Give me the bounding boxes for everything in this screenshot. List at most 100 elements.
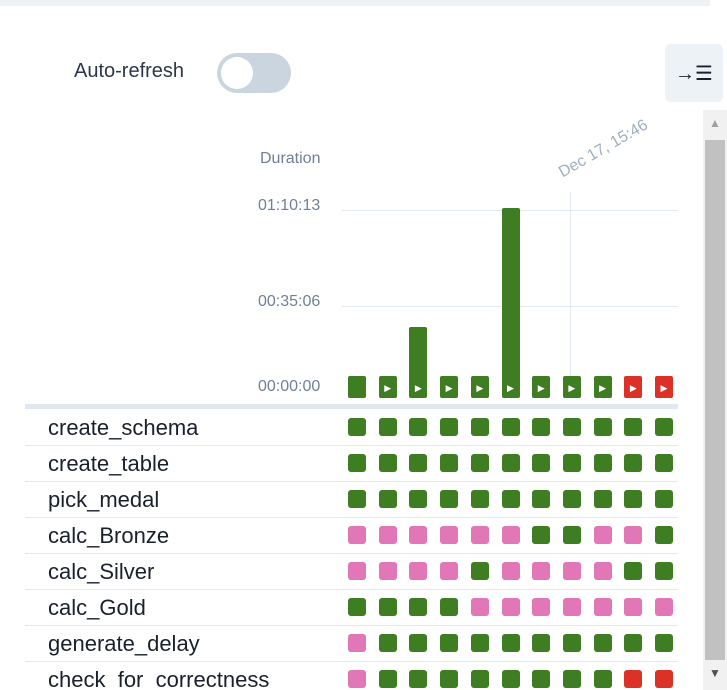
task-instance-square[interactable] (440, 562, 459, 580)
auto-refresh-toggle[interactable] (217, 53, 291, 93)
task-instance-square[interactable] (440, 490, 459, 508)
duration-bar[interactable]: ▶ (593, 376, 612, 398)
task-instance-square[interactable] (378, 634, 397, 652)
task-instance-square[interactable] (624, 634, 643, 652)
task-name[interactable]: calc_Gold (48, 595, 146, 621)
task-instance-square[interactable] (562, 598, 581, 616)
task-row[interactable]: pick_medal (25, 482, 678, 518)
task-instance-square[interactable] (440, 598, 459, 616)
task-instance-square[interactable] (532, 454, 551, 472)
task-instance-square[interactable] (501, 526, 520, 544)
task-instance-square[interactable] (562, 454, 581, 472)
collapse-details-button[interactable]: →☰ (665, 44, 723, 102)
task-instance-square[interactable] (593, 634, 612, 652)
duration-bar[interactable]: ▶ (409, 326, 428, 398)
task-instance-square[interactable] (470, 490, 489, 508)
task-instance-square[interactable] (501, 418, 520, 436)
task-name[interactable]: pick_medal (48, 487, 159, 513)
task-instance-square[interactable] (624, 670, 643, 688)
task-name[interactable]: check_for_correctness (48, 667, 269, 690)
task-name[interactable]: calc_Silver (48, 559, 154, 585)
task-instance-square[interactable] (624, 562, 643, 580)
task-instance-square[interactable] (470, 454, 489, 472)
task-instance-square[interactable] (470, 418, 489, 436)
task-row[interactable]: create_table (25, 446, 678, 482)
task-instance-square[interactable] (409, 418, 428, 436)
duration-bar[interactable] (348, 376, 366, 398)
task-instance-square[interactable] (624, 598, 643, 616)
task-name[interactable]: create_schema (48, 415, 198, 441)
task-instance-square[interactable] (532, 598, 551, 616)
task-instance-square[interactable] (409, 598, 428, 616)
task-instance-square[interactable] (348, 526, 366, 544)
task-instance-square[interactable] (348, 670, 366, 688)
task-instance-square[interactable] (655, 418, 673, 436)
task-instance-square[interactable] (378, 418, 397, 436)
task-instance-square[interactable] (501, 634, 520, 652)
duration-bar[interactable]: ▶ (440, 376, 459, 398)
task-instance-square[interactable] (409, 526, 428, 544)
task-instance-square[interactable] (348, 598, 366, 616)
scroll-thumb[interactable] (705, 140, 725, 660)
duration-bar[interactable]: ▶ (501, 208, 520, 398)
task-instance-square[interactable] (440, 670, 459, 688)
task-instance-square[interactable] (562, 634, 581, 652)
task-instance-square[interactable] (593, 670, 612, 688)
task-instance-square[interactable] (501, 490, 520, 508)
task-instance-square[interactable] (378, 526, 397, 544)
task-instance-square[interactable] (624, 490, 643, 508)
task-name[interactable]: create_table (48, 451, 169, 477)
task-instance-square[interactable] (378, 490, 397, 508)
task-instance-square[interactable] (624, 526, 643, 544)
task-instance-square[interactable] (348, 490, 366, 508)
duration-bar[interactable]: ▶ (655, 376, 673, 398)
task-instance-square[interactable] (593, 454, 612, 472)
task-instance-square[interactable] (532, 670, 551, 688)
task-instance-square[interactable] (655, 562, 673, 580)
task-instance-square[interactable] (593, 562, 612, 580)
task-instance-square[interactable] (593, 418, 612, 436)
task-instance-square[interactable] (532, 562, 551, 580)
task-instance-square[interactable] (655, 490, 673, 508)
task-instance-square[interactable] (348, 418, 366, 436)
task-instance-square[interactable] (470, 562, 489, 580)
task-instance-square[interactable] (409, 454, 428, 472)
task-instance-square[interactable] (348, 454, 366, 472)
duration-bar[interactable]: ▶ (624, 376, 643, 398)
task-row[interactable]: generate_delay (25, 626, 678, 662)
scroll-up-arrow-icon[interactable]: ▲ (703, 116, 727, 130)
task-instance-square[interactable] (440, 634, 459, 652)
task-instance-square[interactable] (532, 526, 551, 544)
task-instance-square[interactable] (655, 634, 673, 652)
task-instance-square[interactable] (409, 562, 428, 580)
task-instance-square[interactable] (348, 562, 366, 580)
task-instance-square[interactable] (470, 670, 489, 688)
task-instance-square[interactable] (593, 526, 612, 544)
task-instance-square[interactable] (562, 562, 581, 580)
duration-bar[interactable]: ▶ (378, 376, 397, 398)
task-instance-square[interactable] (378, 598, 397, 616)
task-instance-square[interactable] (470, 598, 489, 616)
task-instance-square[interactable] (470, 526, 489, 544)
task-instance-square[interactable] (440, 526, 459, 544)
task-instance-square[interactable] (562, 670, 581, 688)
task-instance-square[interactable] (624, 454, 643, 472)
task-instance-square[interactable] (532, 490, 551, 508)
task-row[interactable]: calc_Silver (25, 554, 678, 590)
task-instance-square[interactable] (655, 598, 673, 616)
task-row[interactable]: create_schema (25, 410, 678, 446)
task-instance-square[interactable] (624, 418, 643, 436)
task-instance-square[interactable] (532, 634, 551, 652)
task-instance-square[interactable] (593, 490, 612, 508)
scroll-down-arrow-icon[interactable]: ▼ (703, 666, 727, 680)
task-row[interactable]: check_for_correctness (25, 662, 678, 690)
task-instance-square[interactable] (409, 490, 428, 508)
task-row[interactable]: calc_Bronze (25, 518, 678, 554)
task-instance-square[interactable] (562, 418, 581, 436)
task-instance-square[interactable] (655, 526, 673, 544)
task-instance-square[interactable] (378, 454, 397, 472)
task-instance-square[interactable] (348, 634, 366, 652)
task-instance-square[interactable] (440, 418, 459, 436)
task-instance-square[interactable] (501, 598, 520, 616)
task-instance-square[interactable] (501, 670, 520, 688)
